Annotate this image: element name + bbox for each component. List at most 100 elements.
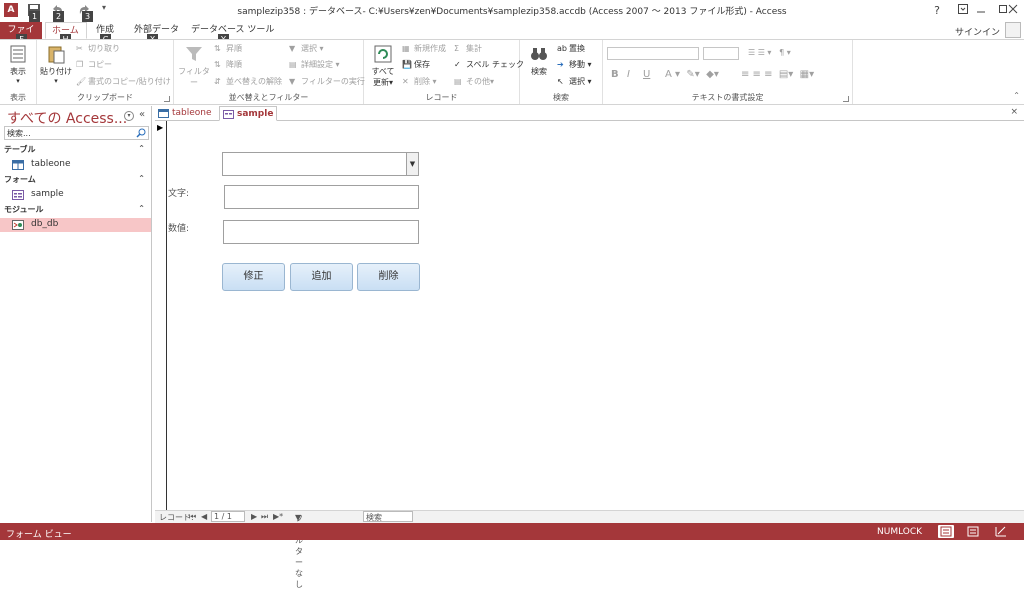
font-name-combo[interactable]	[607, 47, 699, 60]
more-button[interactable]: ▤ その他▾	[454, 76, 494, 87]
nav-section-tables[interactable]: テーブル ⌃	[4, 144, 149, 158]
access-app-icon[interactable]: A	[4, 3, 18, 17]
help-button[interactable]: ?	[924, 3, 950, 19]
toggle-filter-button[interactable]: ▼ フィルターの実行	[289, 76, 365, 87]
view-button[interactable]: 表示 ▾	[4, 44, 32, 85]
spelling-button[interactable]: ✓ スペル チェック	[454, 59, 524, 70]
document-tabs: tableone sample ×	[155, 106, 1024, 121]
nav-search-input[interactable]: 検索...	[4, 126, 149, 140]
nav-collapse-icon[interactable]: «	[139, 109, 145, 120]
group-text-formatting-label: テキストの書式設定	[691, 93, 764, 102]
totals-label: 集計	[466, 44, 482, 53]
nav-search-placeholder: 検索...	[7, 129, 31, 138]
form-view-button[interactable]	[938, 525, 954, 538]
clipboard-launcher-icon[interactable]	[164, 96, 170, 102]
sort-descending-button[interactable]: ⇅ 降順	[214, 59, 242, 70]
align-icons[interactable]: ≡ ≡ ≡ ▤▾ ▦▾	[741, 69, 814, 80]
text-field[interactable]	[224, 185, 419, 209]
new-record-icon[interactable]: ▶*	[273, 512, 283, 521]
underline-button[interactable]: U	[643, 69, 650, 80]
cut-button[interactable]: ✂ 切り取り	[76, 43, 120, 54]
view-icon	[10, 45, 26, 63]
record-selector[interactable]: ▶	[155, 121, 167, 510]
doctab-sample[interactable]: sample	[219, 106, 277, 121]
remove-sort-button[interactable]: ⇵ 並べ替えの解除	[214, 76, 282, 87]
collapse-ribbon-icon[interactable]: ⌃	[1013, 91, 1020, 100]
find-button[interactable]: 検索	[525, 44, 553, 77]
nav-item-sample[interactable]: sample	[0, 188, 151, 202]
italic-button[interactable]: I	[627, 69, 630, 80]
goto-button[interactable]: ➔ 移動 ▾	[557, 59, 592, 70]
find-label: 検索	[531, 67, 547, 76]
sort-ascending-button[interactable]: ⇅ 昇順	[214, 43, 242, 54]
delete-record-button[interactable]: ✕ 削除 ▾	[402, 76, 437, 87]
selection-label: 選択 ▾	[301, 44, 324, 53]
font-size-combo[interactable]	[703, 47, 739, 60]
layout-view-button[interactable]	[966, 525, 980, 541]
group-sort-filter-label: 並べ替えとフィルター	[228, 93, 309, 102]
ribbon: 表示 ▾ 表示 貼り付け ▾ ✂ 切り取り ❐ コピー 🖌 書式のコピー/貼り付け ク…	[0, 39, 1024, 105]
record-position-input[interactable]: 1 / 1	[211, 511, 245, 522]
record-search-input[interactable]: 検索	[363, 511, 413, 522]
totals-button[interactable]: Σ 集計	[454, 43, 482, 54]
doctab-tableone[interactable]: tableone	[155, 106, 217, 121]
chevron-up-icon: ⌃	[138, 174, 145, 183]
combo-box[interactable]: ▼	[222, 152, 419, 176]
record-navigation: レコード: ⏮ ◀ 1 / 1 ▶ ⏭ ▶* ▼ フィルターなし 検索	[155, 510, 1024, 589]
new-record-button[interactable]: ▦ 新規作成	[402, 43, 446, 54]
select-button[interactable]: ↖ 選択 ▾	[557, 76, 592, 87]
paste-button[interactable]: 貼り付け ▾	[40, 44, 72, 85]
last-record-icon[interactable]: ⏭	[261, 512, 268, 522]
section-modules-label: モジュール	[4, 205, 44, 214]
user-avatar[interactable]	[1005, 22, 1021, 38]
number-field[interactable]	[223, 220, 419, 244]
toggle-filter-label: フィルターの実行	[301, 77, 365, 86]
chevron-up-icon: ⌃	[138, 204, 145, 213]
refresh-all-button[interactable]: すべて更新▾	[368, 44, 398, 88]
group-find: 検索 ab 置換 ➔ 移動 ▾ ↖ 選択 ▾ 検索	[520, 40, 603, 104]
nav-title[interactable]: すべての Access...	[7, 108, 127, 128]
previous-record-icon[interactable]: ◀	[201, 512, 207, 521]
nav-item-tableone[interactable]: tableone	[0, 158, 151, 172]
filter-button[interactable]: フィルター	[177, 44, 211, 88]
nav-item-label: sample	[31, 189, 64, 199]
tab-database-tools[interactable]: データベース ツール	[185, 22, 280, 39]
modify-button[interactable]: 修正	[222, 263, 285, 291]
design-view-button[interactable]	[994, 525, 1008, 541]
keytip-3: 3	[82, 11, 93, 22]
cursor-icon: ↖	[557, 76, 564, 86]
text-formatting-launcher-icon[interactable]	[843, 96, 849, 102]
asc-label: 昇順	[226, 44, 242, 53]
close-icon[interactable]	[1000, 3, 1024, 19]
group-find-label: 検索	[553, 93, 569, 102]
nav-section-forms[interactable]: フォーム ⌃	[4, 174, 149, 188]
title-bar: A 1 2 3 ▾ samplezip358 : データベース- C:¥User…	[0, 0, 1024, 22]
bold-button[interactable]: B	[611, 69, 619, 80]
paintbrush-icon: 🖌	[76, 76, 87, 86]
nav-item-db-db[interactable]: db_db	[0, 218, 151, 232]
next-record-icon[interactable]: ▶	[251, 512, 257, 521]
remove-sort-icon: ⇵	[214, 76, 221, 86]
signin-link[interactable]: サインイン	[955, 25, 1000, 38]
copy-button[interactable]: ❐ コピー	[76, 59, 112, 70]
form-icon	[12, 190, 24, 200]
close-document-icon[interactable]: ×	[1010, 107, 1018, 117]
group-records: すべて更新▾ ▦ 新規作成 💾 保存 ✕ 削除 ▾ Σ 集計 ✓ スペル チェック ▤ その…	[364, 40, 524, 104]
selection-button[interactable]: ▼ 選択 ▾	[289, 43, 324, 54]
refresh-icon	[374, 45, 392, 63]
save-record-button[interactable]: 💾 保存	[402, 59, 430, 70]
font-color-icon[interactable]: A ▾ ✎▾ ◆▾	[665, 69, 719, 80]
navigation-pane: すべての Access... ▾ « 検索... テーブル ⌃ tableone …	[0, 106, 152, 522]
nav-section-modules[interactable]: モジュール ⌃	[4, 204, 149, 218]
section-tables-label: テーブル	[4, 145, 36, 154]
advanced-button[interactable]: ▤ 詳細設定 ▾	[289, 59, 340, 70]
dropdown-arrow-icon[interactable]: ▼	[406, 153, 418, 175]
delete-button[interactable]: 削除	[357, 263, 420, 291]
paste-label: 貼り付け	[40, 67, 72, 76]
customize-qat-icon[interactable]: ▾	[102, 3, 118, 17]
add-button[interactable]: 追加	[290, 263, 353, 291]
format-painter-button[interactable]: 🖌 書式のコピー/貼り付け	[76, 76, 171, 87]
replace-button[interactable]: ab 置換	[557, 43, 585, 54]
nav-menu-icon[interactable]: ▾	[124, 111, 134, 121]
first-record-icon[interactable]: ⏮	[189, 512, 196, 522]
